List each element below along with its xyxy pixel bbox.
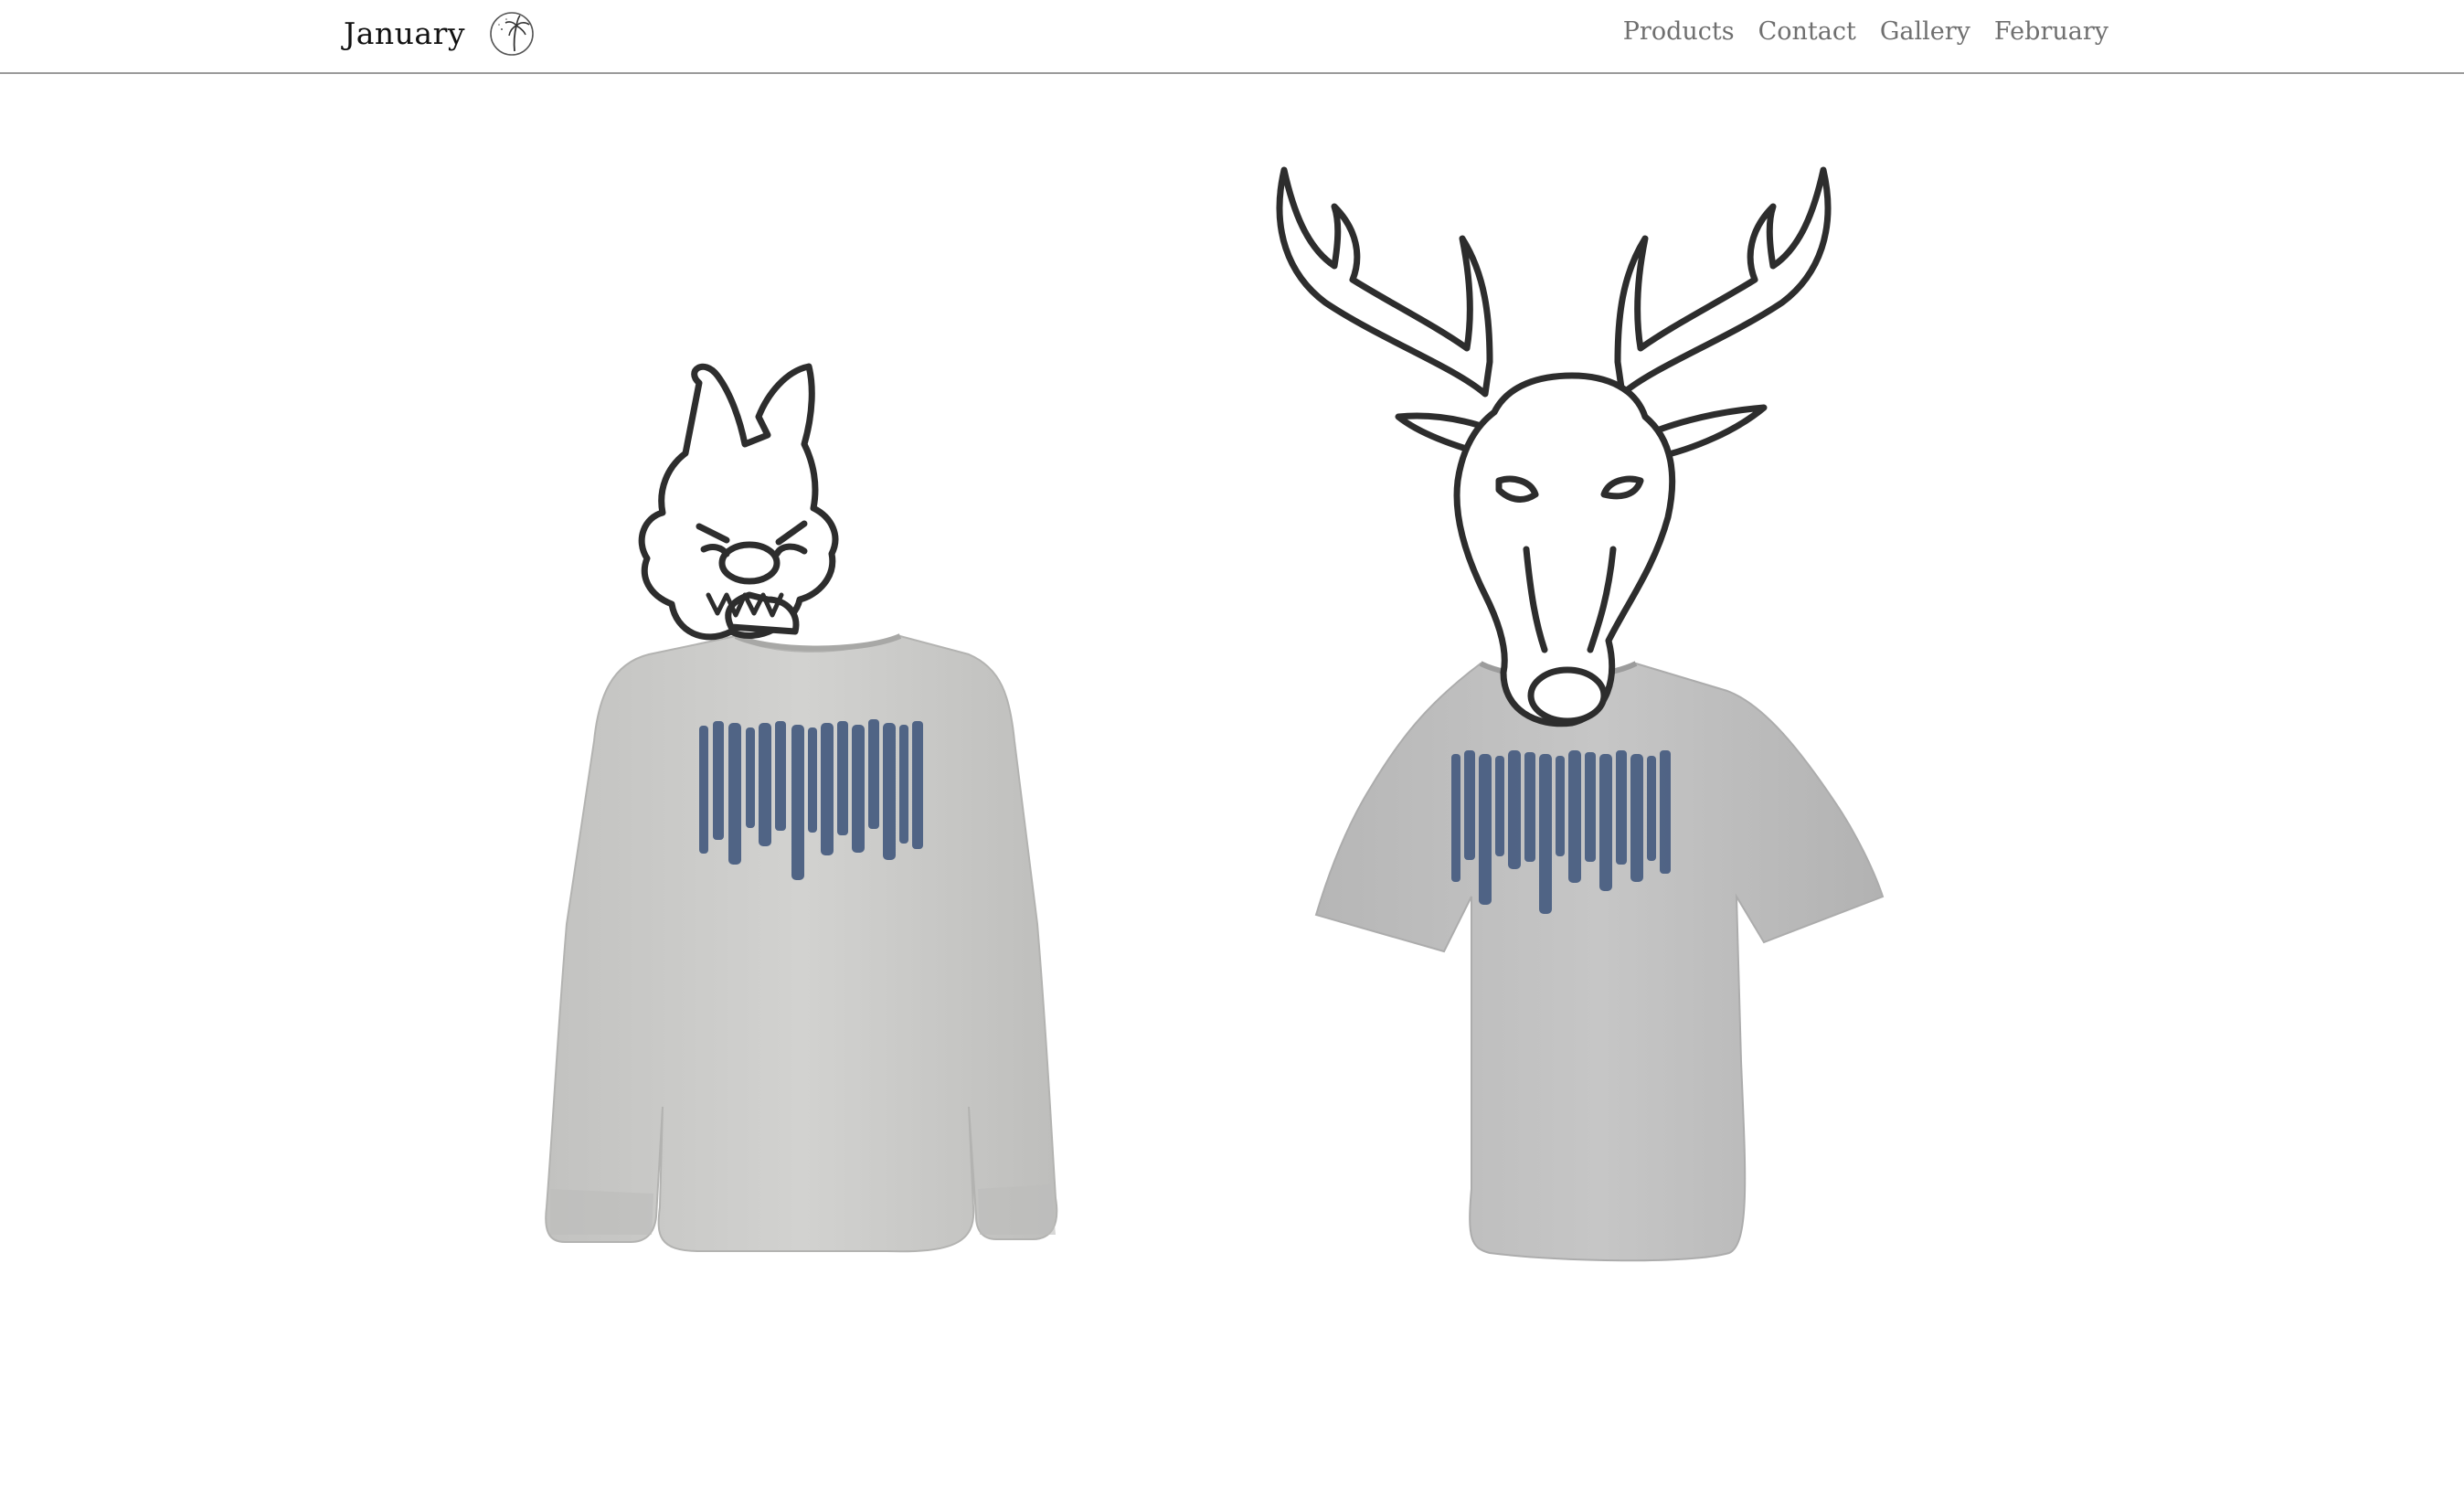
brand-home-link[interactable]: January: [344, 11, 535, 57]
nav-february-link[interactable]: February: [1994, 15, 2108, 49]
deer-tshirt-product[interactable]: [1179, 165, 1928, 1335]
wolf-longsleeve-shirt-image: [545, 363, 1058, 1253]
deer-head-graphic: [1276, 166, 1832, 727]
deer-tshirt-image: [1276, 166, 1885, 1262]
brand-name: January: [344, 16, 466, 51]
nav-gallery-link[interactable]: Gallery: [1880, 15, 1970, 49]
palm-moon-icon: [490, 12, 534, 56]
nav-contact-link[interactable]: Contact: [1758, 15, 1856, 49]
product-gallery: [0, 74, 2464, 1497]
main-nav: Products Contact Gallery February: [1623, 15, 2108, 49]
top-navbar: January Products Contact Gallery Februar…: [0, 0, 2464, 74]
wolf-head-graphic: [638, 363, 839, 641]
wolf-longsleeve-product[interactable]: [539, 284, 1133, 1335]
nav-products-link[interactable]: Products: [1623, 15, 1735, 49]
